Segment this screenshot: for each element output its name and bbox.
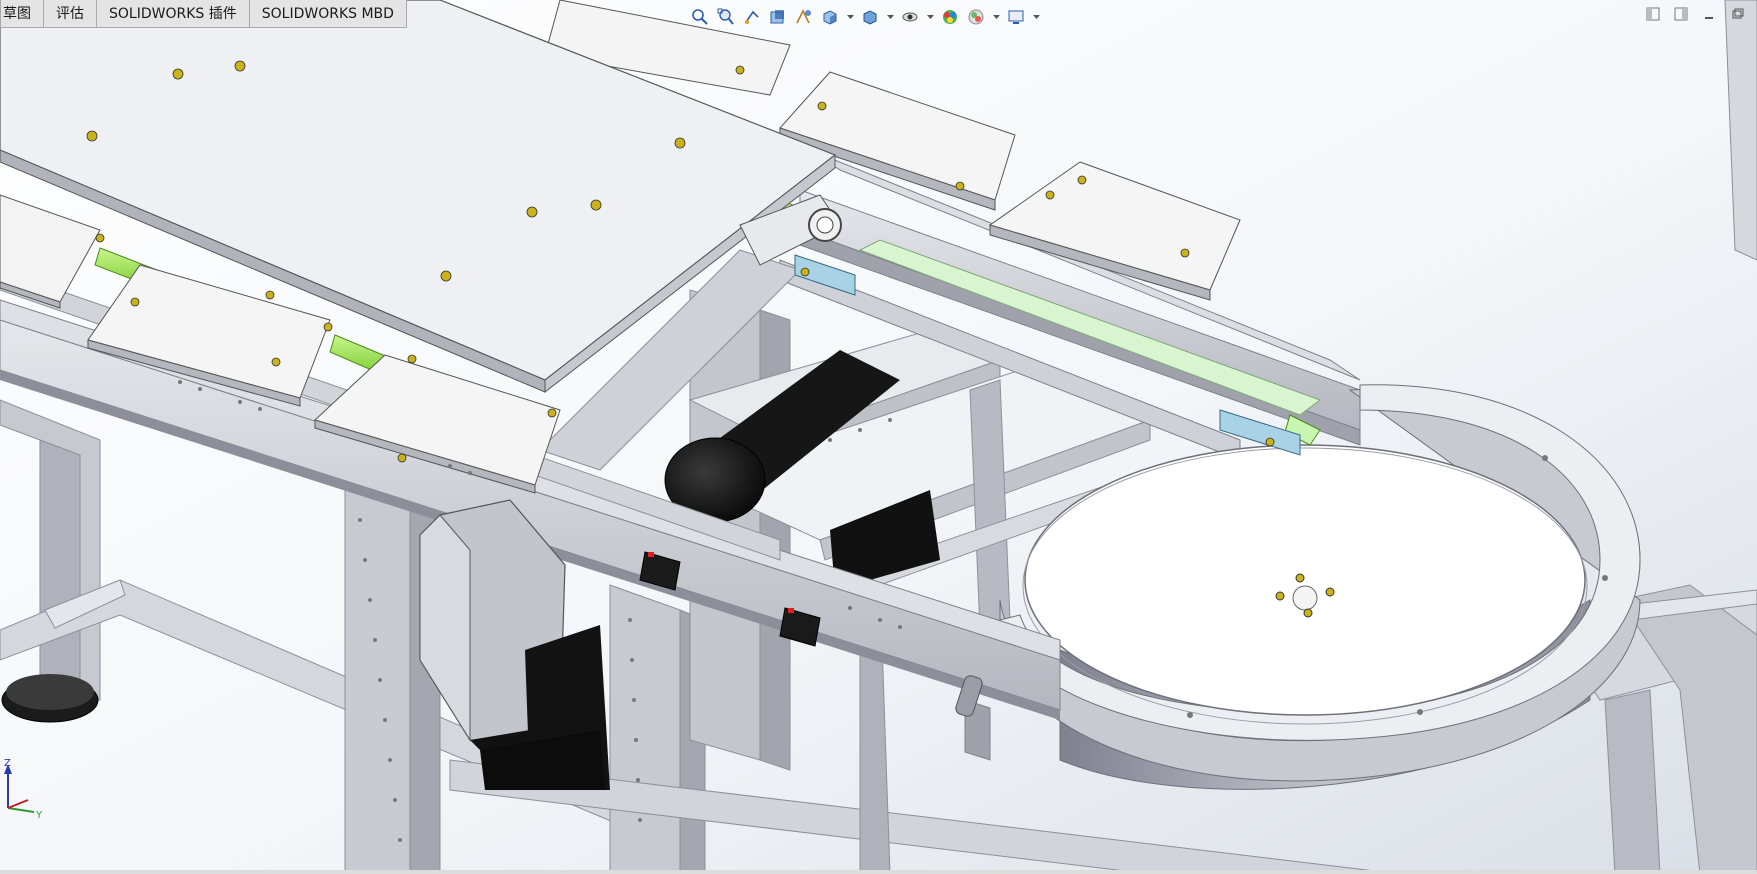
- tab-sketch[interactable]: 草图: [1, 0, 44, 27]
- minimize-button[interactable]: [1701, 6, 1717, 22]
- section-view-button[interactable]: [768, 6, 788, 28]
- view-settings-dropdown[interactable]: [1032, 6, 1040, 28]
- apply-scene-button[interactable]: [966, 6, 986, 28]
- view-orientation-icon: [823, 10, 837, 25]
- chevron-down-icon: [1032, 14, 1040, 19]
- view-orientation-dropdown[interactable]: [846, 6, 854, 28]
- conveyor-model-view[interactable]: Z Y: [0, 0, 1757, 874]
- apply-scene-icon: [968, 9, 984, 25]
- display-style-icon: [863, 10, 877, 25]
- hide-show-items-dropdown[interactable]: [926, 6, 934, 28]
- display-style-button[interactable]: [860, 6, 880, 28]
- view-settings-button[interactable]: [1006, 6, 1026, 28]
- dynamic-annotation-icon: [796, 9, 811, 24]
- view-orientation-button[interactable]: [820, 6, 840, 28]
- triad-y-label: Y: [35, 810, 43, 821]
- tile-left-button[interactable]: [1645, 6, 1661, 22]
- view-settings-icon: [1008, 10, 1024, 24]
- zoom-to-area-icon: [717, 8, 734, 25]
- dynamic-annotation-button[interactable]: [794, 6, 814, 28]
- minimize-icon: [1705, 17, 1713, 19]
- hide-show-items-button[interactable]: [900, 6, 920, 28]
- chevron-down-icon: [992, 14, 1000, 19]
- tile-right-icon: [1674, 7, 1688, 21]
- zoom-to-area-button[interactable]: [716, 6, 736, 28]
- display-style-dropdown[interactable]: [886, 6, 894, 28]
- previous-view-icon: [745, 10, 759, 24]
- previous-view-button[interactable]: [742, 6, 762, 28]
- tab-evaluate[interactable]: 评估: [44, 0, 97, 27]
- hide-show-items-icon: [902, 12, 918, 22]
- restore-button[interactable]: [1729, 6, 1745, 22]
- command-manager-tabs: 草图 评估 SOLIDWORKS 插件 SOLIDWORKS MBD: [0, 0, 407, 28]
- zoom-to-fit-button[interactable]: [690, 6, 710, 28]
- tile-left-icon: [1646, 7, 1660, 21]
- tab-solidworks-addins[interactable]: SOLIDWORKS 插件: [97, 0, 250, 27]
- chevron-down-icon: [886, 14, 894, 19]
- restore-icon: [1732, 8, 1744, 19]
- graphics-area[interactable]: Z Y 草图 评估 SOLIDWORKS 插件 SOLIDWORKS MBD: [0, 0, 1757, 874]
- tile-right-button[interactable]: [1673, 6, 1689, 22]
- document-window-controls: [1645, 6, 1745, 22]
- model-tabs-strip: [0, 870, 1757, 874]
- chevron-down-icon: [926, 14, 934, 19]
- tab-solidworks-mbd[interactable]: SOLIDWORKS MBD: [250, 0, 406, 27]
- edit-appearance-icon: [943, 10, 957, 24]
- heads-up-view-toolbar: [690, 2, 1040, 32]
- triad-z-label: Z: [4, 758, 11, 769]
- apply-scene-dropdown[interactable]: [992, 6, 1000, 28]
- edit-appearance-button[interactable]: [940, 6, 960, 28]
- chevron-down-icon: [846, 14, 854, 19]
- section-view-icon: [770, 10, 784, 24]
- zoom-to-fit-icon: [692, 9, 708, 25]
